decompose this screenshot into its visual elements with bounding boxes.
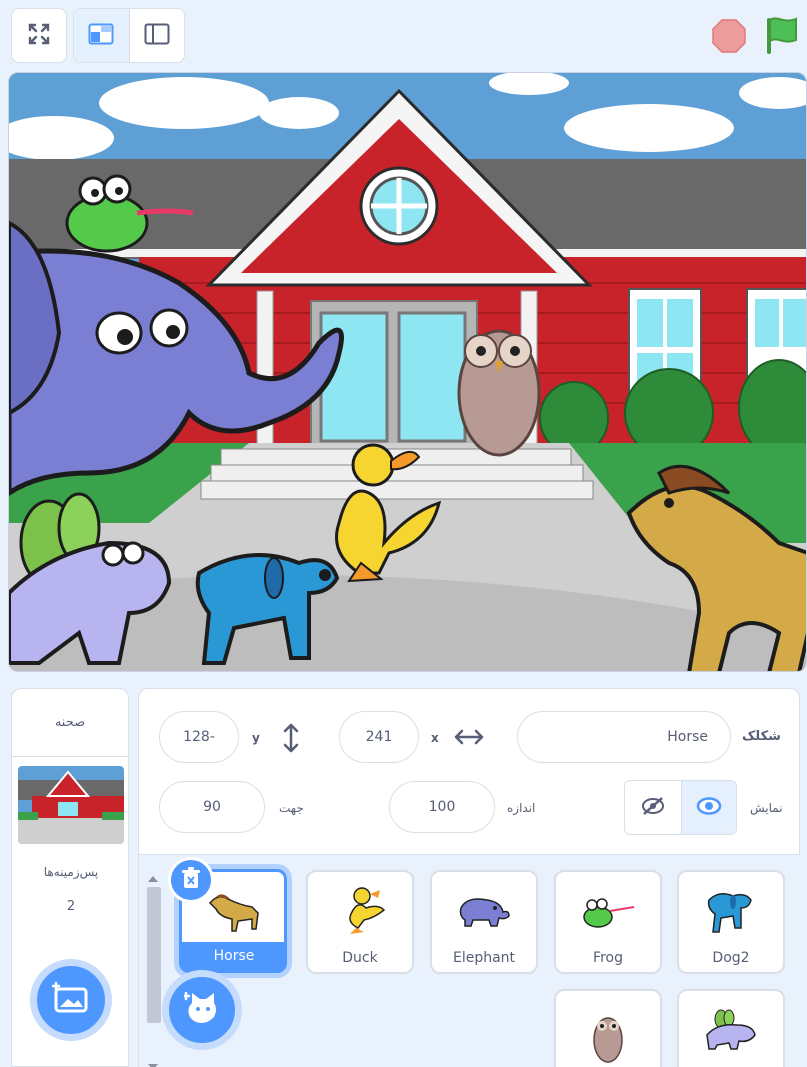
owl-sprite [457, 329, 541, 457]
direction-label: جهت [279, 801, 304, 815]
scroll-down-icon [148, 1055, 158, 1067]
sprite-card-dog2[interactable]: Dog2 [677, 870, 785, 974]
stage-title: صحنه [12, 689, 128, 757]
backdrop-thumbnail[interactable] [18, 766, 124, 844]
stop-icon [711, 19, 747, 58]
stage-scene [9, 73, 806, 671]
dog-icon [679, 878, 783, 944]
sprite-name: Horse [182, 942, 286, 970]
hide-sprite-button[interactable] [625, 781, 681, 834]
green-flag-button[interactable] [762, 14, 800, 56]
sprite-card-duck[interactable]: Duck [306, 870, 414, 974]
owl-icon [556, 997, 660, 1063]
horizontal-arrow-icon [454, 727, 484, 751]
vertical-arrow-icon [281, 723, 301, 757]
x-input[interactable]: 241 [339, 711, 419, 763]
sprite-list: Horse Duck Elephant Frog Dog2 [138, 855, 807, 1067]
small-stage-icon [88, 23, 114, 49]
sprite-name: Elephant [452, 950, 516, 966]
eye-icon [696, 796, 722, 820]
backdrop-add-icon [51, 981, 90, 1019]
fullscreen-icon [27, 22, 51, 50]
size-label: اندازه [507, 801, 536, 815]
scroll-up-icon [148, 867, 158, 886]
sprite-list-scrollbar[interactable] [143, 859, 163, 1067]
large-stage-button[interactable] [128, 9, 184, 62]
sprite-card-hippo[interactable] [677, 989, 785, 1067]
cat-add-icon [181, 991, 220, 1029]
stage-header [0, 0, 807, 70]
show-sprite-button[interactable] [680, 781, 736, 834]
hippo-icon [679, 997, 783, 1063]
trash-icon [181, 867, 201, 893]
frog-icon [556, 878, 660, 944]
choose-backdrop-button[interactable] [30, 959, 112, 1041]
stage-selector[interactable]: صحنه پس‌زمینه‌ها 2 [11, 688, 129, 1067]
backdrops-label: پس‌زمینه‌ها [43, 865, 99, 879]
show-label: نمایش [750, 801, 783, 815]
delete-sprite-button[interactable] [168, 857, 214, 903]
x-label: x [431, 731, 439, 745]
sprite-name-input[interactable]: Horse [517, 711, 731, 763]
sprite-card-elephant[interactable]: Elephant [430, 870, 538, 974]
sprite-name: Dog2 [712, 950, 750, 966]
y-input[interactable]: 128- [159, 711, 239, 763]
y-label: y [252, 731, 260, 745]
sprite-card-frog[interactable]: Frog [554, 870, 662, 974]
large-stage-icon [144, 23, 170, 49]
stage-size-toggle [73, 8, 185, 63]
fullscreen-button[interactable] [11, 8, 67, 63]
elephant-icon [432, 878, 536, 944]
small-stage-button[interactable] [74, 9, 129, 62]
direction-input[interactable]: 90 [159, 781, 265, 833]
green-flag-icon [762, 17, 800, 60]
size-input[interactable]: 100 [389, 781, 495, 833]
sprite-info-panel: شکلک Horse x 241 y 128- نمایش اندازه 100… [138, 688, 800, 855]
visibility-toggle [624, 780, 737, 835]
choose-sprite-button[interactable] [162, 970, 242, 1050]
backdrops-count: 2 [66, 899, 76, 914]
stop-button[interactable] [711, 18, 747, 54]
eye-hidden-icon [640, 796, 666, 820]
sprite-name: Frog [593, 950, 623, 966]
sprite-name-label: شکلک [742, 729, 781, 744]
scroll-thumb[interactable] [147, 887, 161, 1023]
duck-icon [308, 878, 412, 944]
stage-canvas[interactable] [8, 72, 807, 672]
sprite-name: Duck [342, 950, 378, 966]
sprite-card-owl[interactable] [554, 989, 662, 1067]
